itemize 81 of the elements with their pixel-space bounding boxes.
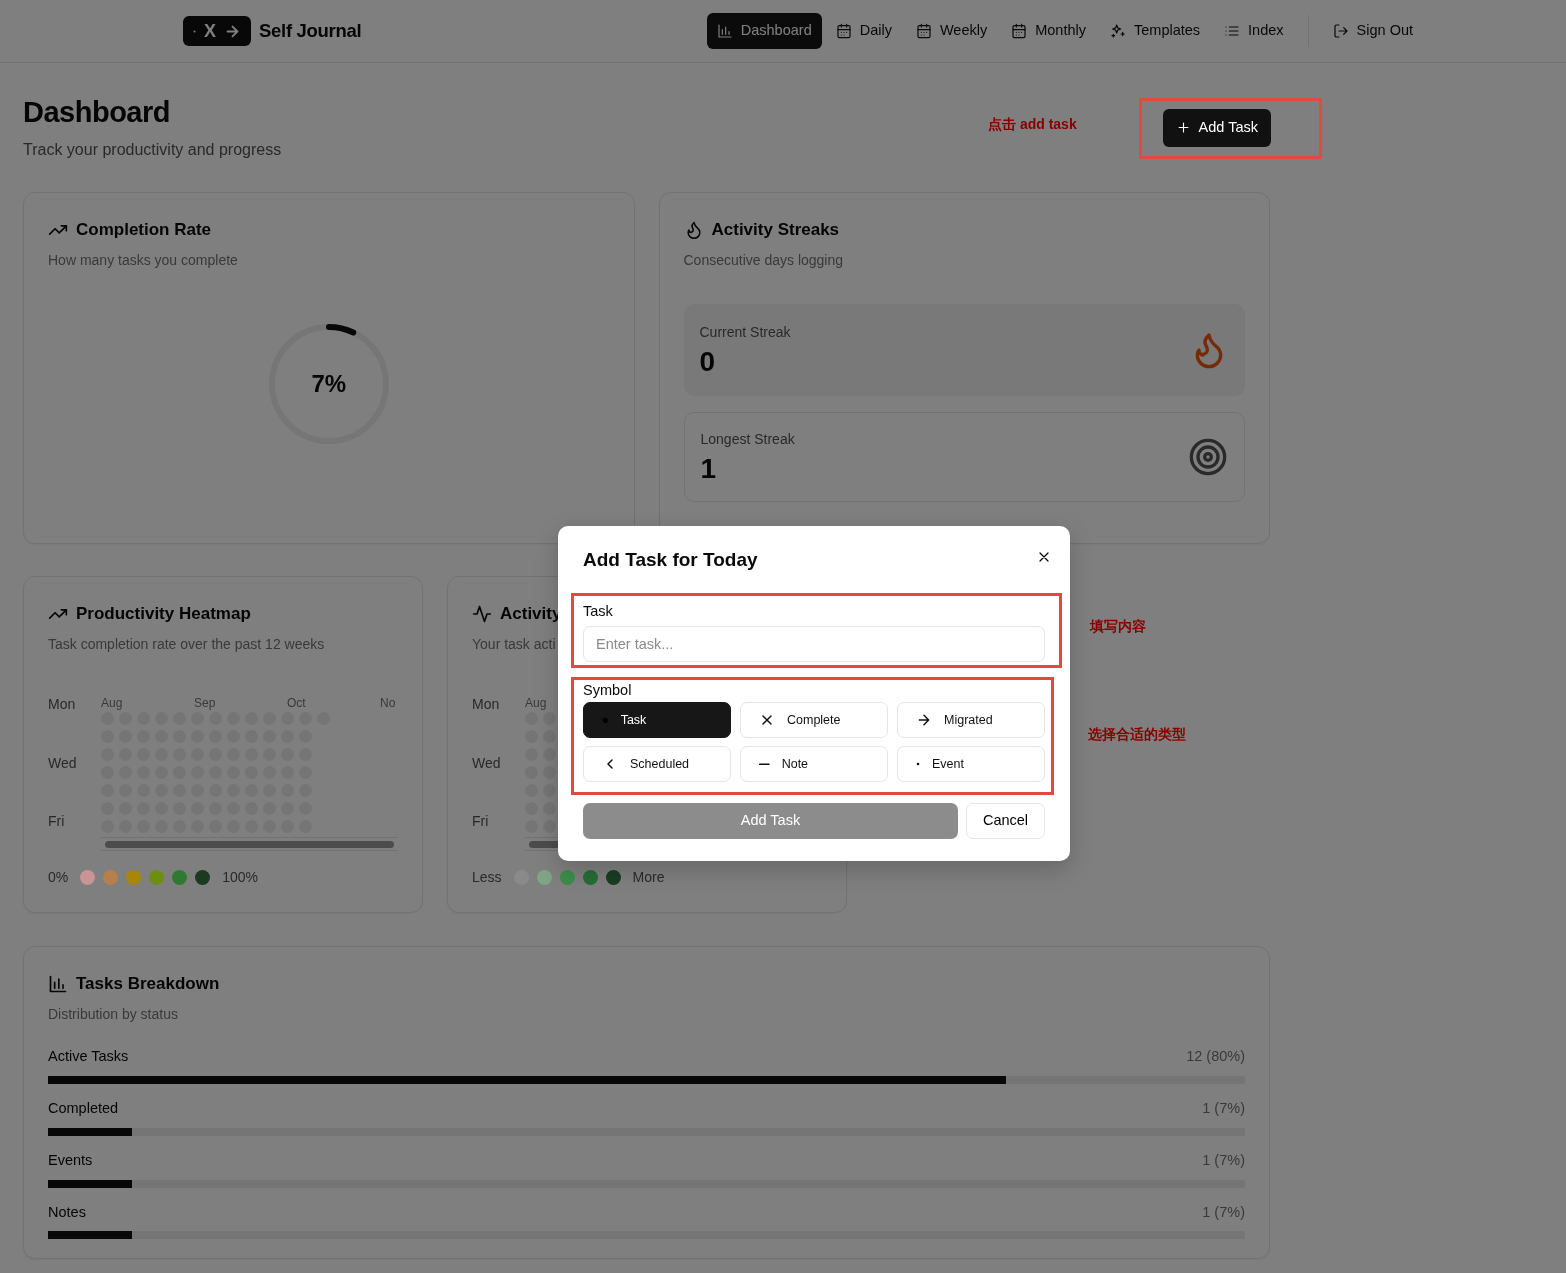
symbol-option[interactable]: Task <box>583 702 731 738</box>
scrollbar[interactable] <box>101 837 398 852</box>
nav-link[interactable]: Weekly <box>905 13 998 49</box>
card-subtitle: Distribution by status <box>48 1005 178 1025</box>
card-subtitle: Your task acti <box>472 635 556 655</box>
card-title: Completion Rate <box>76 218 212 241</box>
nav-link[interactable]: Daily <box>825 13 902 49</box>
symbol-option[interactable]: Complete <box>740 702 888 738</box>
legend-label: 100% <box>222 868 259 888</box>
task-input[interactable]: Enter task... <box>583 626 1045 663</box>
weekday-label: Mon <box>48 695 77 715</box>
streak-value: 1 <box>700 454 718 486</box>
calendar-icon <box>1011 23 1028 39</box>
bar-chart-icon <box>716 23 733 39</box>
month-label: No <box>380 695 396 713</box>
nav-link[interactable]: Monthly <box>1001 13 1096 49</box>
streak-label: Current Streak <box>699 323 791 343</box>
symbol-option[interactable]: Event <box>897 746 1045 782</box>
symbol-option[interactable]: Migrated <box>897 702 1045 738</box>
status-label: Events <box>48 1150 93 1170</box>
logo[interactable]: X <box>183 16 251 46</box>
annotation-text: 点击 add task <box>988 115 1077 134</box>
modal-title: Add Task for Today <box>583 548 758 572</box>
status-count: 1 (7%) <box>1202 1099 1245 1119</box>
card-title: Tasks Breakdown <box>76 972 220 995</box>
symbol-option[interactable]: Note <box>740 746 888 782</box>
add-task-button[interactable]: Add Task <box>1162 109 1271 147</box>
card-subtitle: How many tasks you complete <box>48 251 238 271</box>
cancel-button[interactable]: Cancel <box>966 803 1045 839</box>
streak-value: 0 <box>699 347 717 379</box>
weekday-label: Fri <box>48 812 66 832</box>
annotation-text: 填写内容 <box>1090 617 1146 636</box>
month-label: Sep <box>194 695 216 713</box>
sign-out-icon <box>1332 23 1349 39</box>
status-label: Active Tasks <box>48 1047 129 1067</box>
field-label: Symbol <box>583 681 633 701</box>
nav-link[interactable]: Templates <box>1100 13 1211 49</box>
page-subtitle: Track your productivity and progress <box>23 139 282 160</box>
card-title: Activity Streaks <box>711 218 840 241</box>
sign-out-link[interactable]: Sign Out <box>1322 13 1423 49</box>
completion-value: 7% <box>311 369 347 400</box>
x-mark-icon <box>759 712 775 728</box>
weekday-label: Wed <box>472 753 502 773</box>
month-label: Aug <box>525 695 547 713</box>
weekday-label: Wed <box>48 753 78 773</box>
annotation-text: 选择合适的类型 <box>1088 725 1186 744</box>
status-label: Completed <box>48 1099 119 1119</box>
status-count: 1 (7%) <box>1202 1150 1245 1170</box>
field-label: Task <box>583 601 614 621</box>
bar-chart-icon <box>48 973 68 994</box>
streak-label: Longest Streak <box>700 430 795 450</box>
dot-icon <box>916 762 920 766</box>
arrow-right-icon <box>916 712 932 728</box>
month-label: Aug <box>101 695 123 713</box>
weekday-label: Mon <box>472 695 501 715</box>
calendar-icon <box>835 23 852 39</box>
app-title: Self Journal <box>259 19 362 44</box>
legend-label: 0% <box>48 868 69 888</box>
dot-icon <box>193 29 196 33</box>
symbol-option[interactable]: Scheduled <box>583 746 731 782</box>
weekday-label: Fri <box>472 812 490 832</box>
legend-label: Less <box>472 868 502 888</box>
page-title: Dashboard <box>23 95 171 130</box>
nav-link[interactable]: Dashboard <box>706 13 822 49</box>
logo-text: X <box>204 19 216 43</box>
plus-icon <box>1175 120 1191 136</box>
dash-icon <box>759 762 770 766</box>
pulse-line-icon <box>472 603 492 624</box>
status-label: Notes <box>48 1202 86 1222</box>
legend-label: More <box>632 868 665 888</box>
sparkles-icon <box>1110 23 1126 39</box>
status-count: 1 (7%) <box>1202 1202 1245 1222</box>
month-label: Oct <box>287 695 306 713</box>
calendar-icon <box>915 23 932 39</box>
target-icon <box>1188 437 1228 478</box>
card-subtitle: Consecutive days logging <box>683 251 844 271</box>
card-subtitle: Task completion rate over the past 12 weeks <box>48 635 325 655</box>
nav-link[interactable]: Index <box>1214 13 1294 49</box>
status-count: 12 (80%) <box>1186 1047 1245 1067</box>
card-title: Productivity Heatmap <box>76 602 251 625</box>
card-title: Activity <box>500 602 562 625</box>
